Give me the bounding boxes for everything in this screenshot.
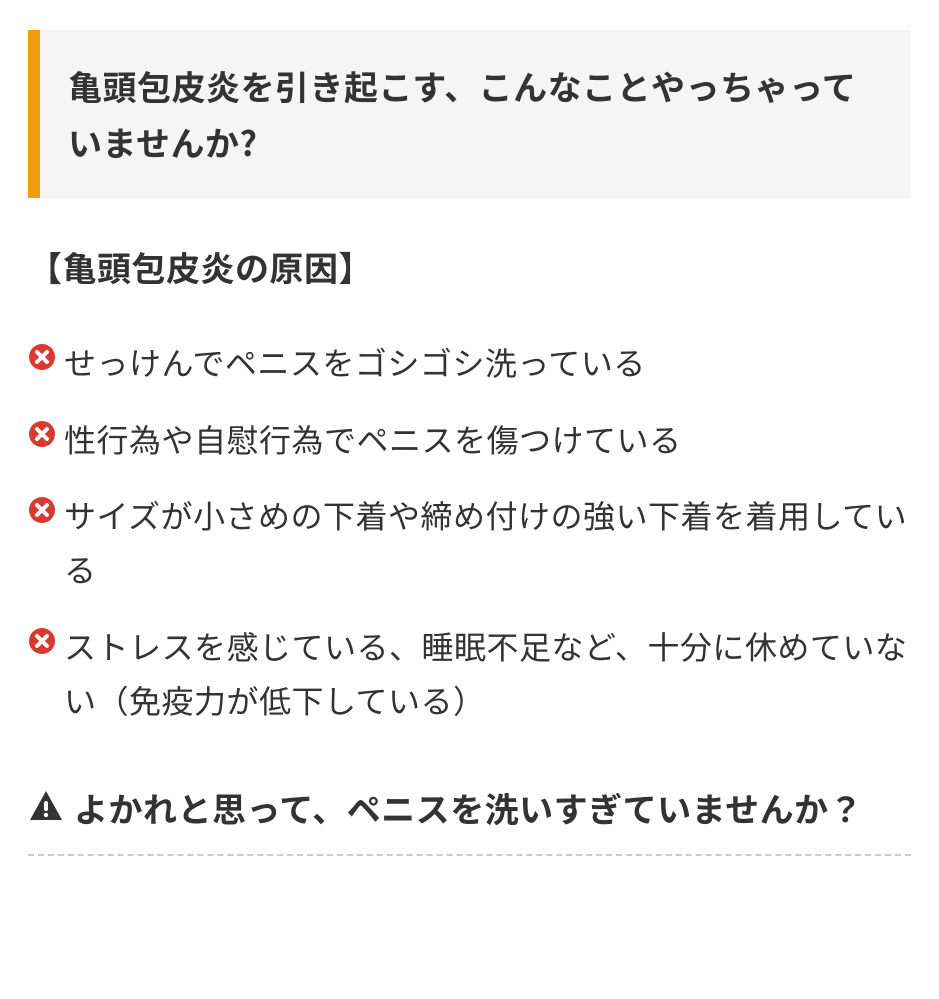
section-title: 【亀頭包皮炎の原因】	[28, 242, 911, 291]
header-title: 亀頭包皮炎を引き起こす、こんなことやっちゃっていませんか?	[68, 58, 885, 170]
sub-heading: よかれと思って、ペニスを洗いすぎていませんか？	[28, 780, 911, 836]
dashed-divider	[28, 854, 911, 856]
list-item: せっけんでペニスをゴシゴシ洗っている	[28, 335, 911, 389]
causes-list: せっけんでペニスをゴシゴシ洗っている 性行為や自慰行為でペニスを傷つけている サ…	[28, 335, 911, 727]
list-item-text: サイズが小さめの下着や締め付けの強い下着を着用している	[64, 488, 911, 597]
list-item-text: 性行為や自慰行為でペニスを傷つけている	[64, 412, 682, 466]
cross-circle-icon	[28, 496, 56, 524]
cross-circle-icon	[28, 627, 56, 655]
sub-heading-text: よかれと思って、ペニスを洗いすぎていませんか？	[74, 780, 863, 836]
list-item-text: せっけんでペニスをゴシゴシ洗っている	[64, 335, 646, 389]
cross-circle-icon	[28, 343, 56, 371]
warning-icon	[28, 788, 64, 824]
list-item: サイズが小さめの下着や締め付けの強い下着を着用している	[28, 488, 911, 597]
header-box: 亀頭包皮炎を引き起こす、こんなことやっちゃっていませんか?	[28, 30, 911, 198]
list-item-text: ストレスを感じている、睡眠不足など、十分に休めていない（免疫力が低下している）	[64, 619, 911, 728]
list-item: ストレスを感じている、睡眠不足など、十分に休めていない（免疫力が低下している）	[28, 619, 911, 728]
list-item: 性行為や自慰行為でペニスを傷つけている	[28, 412, 911, 466]
cross-circle-icon	[28, 420, 56, 448]
